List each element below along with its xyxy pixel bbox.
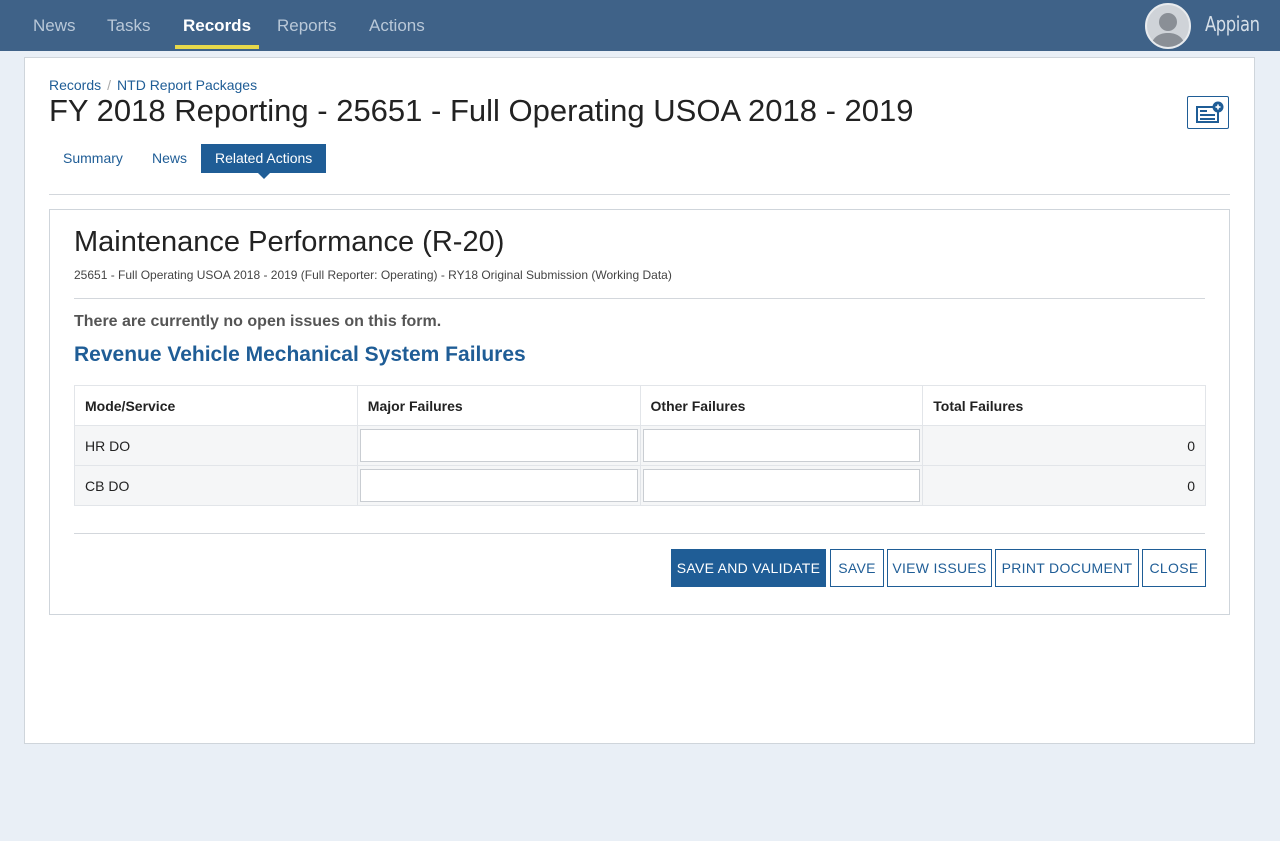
tabs-divider xyxy=(49,194,1230,195)
major-failures-cell xyxy=(356,465,641,506)
nav-item-actions[interactable]: Actions xyxy=(369,0,425,51)
major-failures-input[interactable] xyxy=(359,469,638,502)
tab-news[interactable]: News xyxy=(152,144,187,173)
breadcrumb-records[interactable]: Records xyxy=(49,77,101,93)
brand-logo: Appian xyxy=(1205,12,1260,36)
save-and-validate-button[interactable]: SAVE AND VALIDATE xyxy=(671,549,826,587)
breadcrumb-ntd-report-packages[interactable]: NTD Report Packages xyxy=(117,77,257,93)
total-failures-cell: 0 xyxy=(922,425,1206,466)
save-button[interactable]: SAVE xyxy=(830,549,884,587)
news-feed-add-icon xyxy=(1196,101,1224,123)
column-header-major-failures: Major Failures xyxy=(356,385,641,426)
column-header-mode-service: Mode/Service xyxy=(74,385,358,426)
form-panel: Maintenance Performance (R-20) 25651 - F… xyxy=(49,209,1230,615)
open-issues-message: There are currently no open issues on th… xyxy=(74,313,442,330)
column-header-other-failures: Other Failures xyxy=(639,385,924,426)
tab-summary[interactable]: Summary xyxy=(63,144,123,173)
nav-item-reports[interactable]: Reports xyxy=(277,0,337,51)
nav-item-records[interactable]: Records xyxy=(174,0,260,51)
total-failures-cell: 0 xyxy=(922,465,1206,506)
form-title: Maintenance Performance (R-20) xyxy=(74,226,505,258)
print-document-button[interactable]: PRINT DOCUMENT xyxy=(995,549,1139,587)
mode-service-cell: HR DO xyxy=(74,425,358,466)
top-nav-bar: News Tasks Records Reports Actions Appia… xyxy=(0,0,1280,51)
column-header-total-failures: Total Failures xyxy=(922,385,1206,426)
record-card: Records / NTD Report Packages FY 2018 Repo… xyxy=(24,57,1255,744)
table-row: CB DO 0 xyxy=(74,465,1206,506)
user-avatar[interactable] xyxy=(1145,3,1191,49)
form-button-bar: SAVE AND VALIDATE SAVE VIEW ISSUES PRINT… xyxy=(50,549,1231,587)
other-failures-input[interactable] xyxy=(642,429,921,462)
form-footer-divider xyxy=(74,533,1205,534)
major-failures-input[interactable] xyxy=(359,429,638,462)
view-issues-button[interactable]: VIEW ISSUES xyxy=(887,549,992,587)
mode-service-cell: CB DO xyxy=(74,465,358,506)
user-silhouette-icon xyxy=(1150,13,1186,47)
other-failures-cell xyxy=(639,425,924,466)
failures-table: Mode/Service Major Failures Other Failur… xyxy=(74,385,1206,506)
table-row: HR DO 0 xyxy=(74,425,1206,466)
form-header-divider xyxy=(74,298,1205,299)
other-failures-input[interactable] xyxy=(642,469,921,502)
section-title: Revenue Vehicle Mechanical System Failur… xyxy=(74,343,526,366)
nav-item-news[interactable]: News xyxy=(33,0,76,51)
form-subtitle: 25651 - Full Operating USOA 2018 - 2019 … xyxy=(74,268,672,282)
breadcrumb: Records / NTD Report Packages xyxy=(49,77,257,93)
post-news-button[interactable] xyxy=(1187,96,1229,129)
table-header-row: Mode/Service Major Failures Other Failur… xyxy=(74,385,1206,426)
other-failures-cell xyxy=(639,465,924,506)
tab-related-actions[interactable]: Related Actions xyxy=(201,144,327,179)
close-button[interactable]: CLOSE xyxy=(1142,549,1206,587)
major-failures-cell xyxy=(356,425,641,466)
nav-item-tasks[interactable]: Tasks xyxy=(107,0,150,51)
breadcrumb-separator: / xyxy=(107,77,112,93)
page-title: FY 2018 Reporting - 25651 - Full Operati… xyxy=(49,93,914,128)
